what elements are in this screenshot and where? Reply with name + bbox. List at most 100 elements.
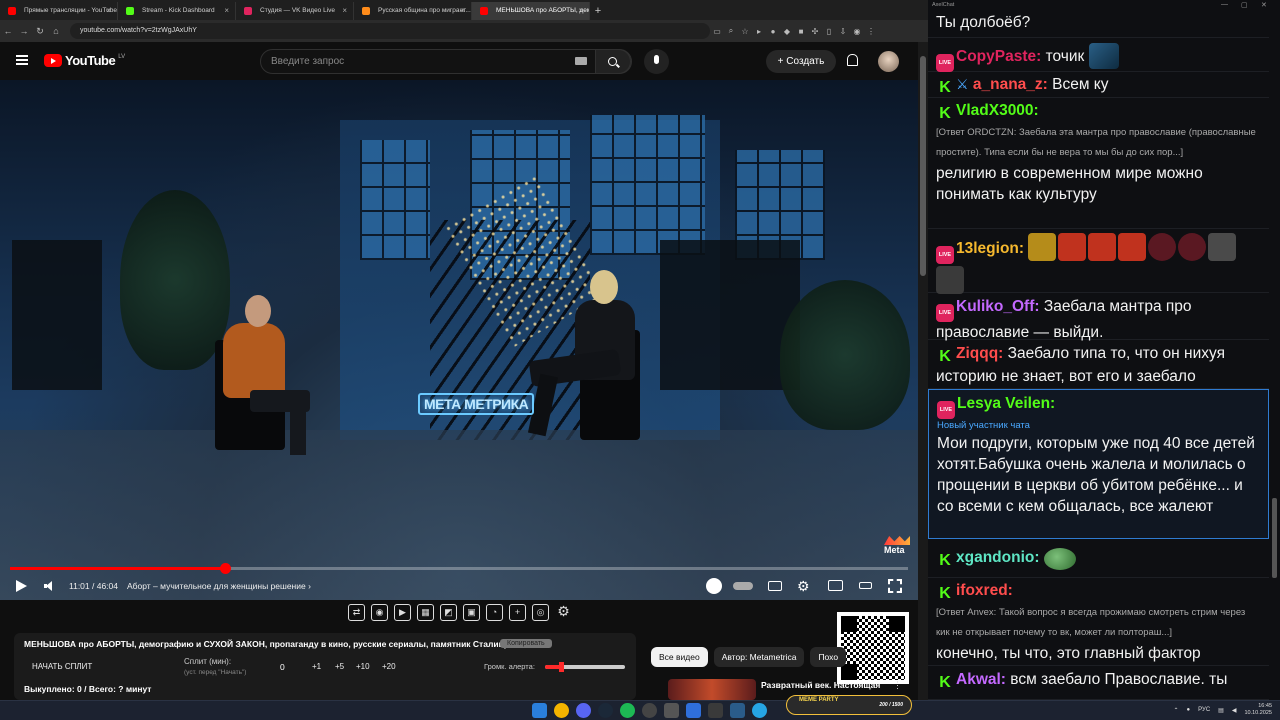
tab-close-icon[interactable]: ×: [224, 2, 229, 20]
split-plus-20-button[interactable]: +20: [382, 662, 396, 671]
chat-nick[interactable]: CopyPaste:: [956, 48, 1041, 65]
close-icon[interactable]: ✕: [1261, 1, 1267, 9]
speed-icon[interactable]: ◔: [486, 604, 503, 621]
browser-tab[interactable]: Студия — VK Видео Live ×: [236, 2, 354, 20]
page-scrollbar[interactable]: [918, 42, 928, 700]
tray-arrow-icon[interactable]: ⌃: [1174, 707, 1179, 714]
autoplay-toggle[interactable]: [733, 582, 753, 590]
windows-start-icon[interactable]: [532, 703, 547, 718]
profile-icon[interactable]: ◉: [850, 27, 864, 36]
chat-nick[interactable]: Kuliko_Off:: [956, 298, 1040, 315]
chat-nick[interactable]: xgandonio:: [956, 549, 1040, 566]
speaker-icon[interactable]: ◀: [1232, 707, 1237, 714]
steam-icon[interactable]: [598, 703, 613, 718]
menu-icon[interactable]: ⋮: [864, 27, 878, 36]
progress-bar[interactable]: [10, 563, 908, 574]
puzzle-icon[interactable]: ✣: [808, 27, 822, 36]
clock[interactable]: 16:45 10.10.2025: [1244, 703, 1272, 717]
chip-author[interactable]: Автор: Metametrica: [713, 647, 805, 667]
tab-close-icon[interactable]: ×: [342, 2, 347, 20]
tray-app-icon[interactable]: ●: [1187, 707, 1191, 713]
app-icon[interactable]: [730, 703, 745, 718]
extension-icon[interactable]: ◆: [780, 27, 794, 36]
minimize-icon[interactable]: —: [1221, 1, 1228, 8]
extension-icon[interactable]: ■: [794, 27, 808, 36]
more-options-icon[interactable]: ⋮: [893, 680, 902, 691]
notifications-bell-icon[interactable]: [847, 54, 858, 66]
chat-nick[interactable]: VladX3000:: [956, 102, 1039, 119]
cast-icon[interactable]: ▭: [710, 27, 724, 36]
app-icon[interactable]: [664, 703, 679, 718]
recommendation-thumbnail[interactable]: [668, 679, 756, 700]
alert-volume-slider[interactable]: [545, 662, 625, 672]
language-indicator[interactable]: РУС: [1198, 707, 1210, 713]
browser-tab[interactable]: Русская община про мигрант... ×: [354, 2, 472, 20]
chat-scrollbar-thumb[interactable]: [1272, 498, 1277, 578]
premium-shield-icon[interactable]: [706, 578, 722, 594]
chat-nick[interactable]: Ziqqq:: [956, 345, 1003, 362]
browser-tab[interactable]: Прямые трансляции - YouTube ×: [0, 2, 118, 20]
film-icon[interactable]: ▦: [417, 604, 434, 621]
browser-tab[interactable]: Stream - Kick Dashboard ×: [118, 2, 236, 20]
split-plus-1-button[interactable]: +1: [312, 662, 321, 671]
add-playlist-icon[interactable]: +: [509, 604, 526, 621]
back-icon[interactable]: ←: [0, 26, 16, 36]
player-icon[interactable]: ▶: [394, 604, 411, 621]
reload-icon[interactable]: ↻: [32, 26, 48, 37]
network-icon[interactable]: ▤: [1218, 707, 1224, 714]
sidebar-icon[interactable]: ▯: [822, 27, 836, 36]
split-plus-10-button[interactable]: +10: [356, 662, 370, 671]
start-split-button[interactable]: НАЧАТЬ СПЛИТ: [32, 662, 92, 671]
screenshot-icon[interactable]: ◎: [532, 604, 549, 621]
keyboard-icon[interactable]: [575, 57, 587, 65]
chat-nick[interactable]: Akwal:: [956, 671, 1006, 688]
zoom-icon[interactable]: ⌕: [724, 26, 738, 36]
tab-close-icon[interactable]: ×: [460, 2, 465, 20]
app-icon[interactable]: [686, 703, 701, 718]
avatar[interactable]: [878, 51, 899, 72]
chapter-title[interactable]: Аборт – мучительное для женщины решение …: [127, 572, 311, 600]
tab-close-icon[interactable]: ×: [106, 2, 111, 20]
download-icon[interactable]: ⇩: [836, 27, 850, 36]
video-player[interactable]: МЕТА МЕТРИКА Meta 11:01 / 46:04 Аборт – …: [0, 80, 918, 600]
new-tab-button[interactable]: +: [590, 2, 606, 20]
recommendation-title[interactable]: Развратный век. Настоящая: [761, 680, 880, 690]
chat-nick[interactable]: ifoxred:: [956, 582, 1013, 599]
gear-icon[interactable]: ⚙: [555, 604, 572, 621]
fullscreen-icon[interactable]: [888, 579, 902, 593]
spotify-icon[interactable]: [620, 703, 635, 718]
split-plus-5-button[interactable]: +5: [335, 662, 344, 671]
chrome-icon[interactable]: [554, 703, 569, 718]
youtube-logo[interactable]: YouTube LV: [44, 53, 125, 68]
home-icon[interactable]: ⌂: [48, 26, 64, 36]
subtitles-icon[interactable]: [768, 581, 782, 591]
chip-related[interactable]: Похо: [810, 647, 847, 667]
chat-scrollbar[interactable]: [1269, 12, 1280, 700]
browser-tab[interactable]: МЕНЬШОВА про АБОРТЫ, дем... ×: [472, 2, 590, 20]
copy-button[interactable]: Копировать: [500, 639, 552, 648]
extension-icon[interactable]: ●: [766, 27, 780, 36]
settings-gear-icon[interactable]: ⚙: [797, 578, 813, 594]
loop-icon[interactable]: ⇄: [348, 604, 365, 621]
voice-search-icon[interactable]: [644, 49, 669, 74]
search-box[interactable]: Введите запрос: [260, 49, 632, 74]
url-field[interactable]: youtube.com/watch?v=2tzWgJAxUhY: [70, 23, 710, 39]
theater-mode-icon[interactable]: [859, 582, 872, 589]
chat-nick[interactable]: a_nana_z:: [973, 76, 1048, 93]
miniplayer-icon[interactable]: [828, 580, 843, 591]
maximize-icon[interactable]: ▢: [1241, 1, 1248, 9]
discord-icon[interactable]: [576, 703, 591, 718]
volume-icon[interactable]: [44, 581, 54, 591]
chat-nick[interactable]: 13legion:: [956, 240, 1024, 257]
forward-icon[interactable]: →: [16, 26, 32, 36]
chat-nick[interactable]: Lesya Veilen:: [957, 395, 1055, 412]
scrollbar-thumb[interactable]: [920, 56, 926, 276]
bookmark-star-icon[interactable]: ☆: [738, 27, 752, 36]
hamburger-menu-icon[interactable]: [16, 55, 28, 65]
extension-icon[interactable]: ▸: [752, 27, 766, 36]
search-button[interactable]: [595, 49, 631, 74]
app-icon[interactable]: [708, 703, 723, 718]
tab-close-icon[interactable]: ×: [578, 2, 583, 20]
create-button[interactable]: + Создать: [766, 50, 836, 73]
audio-icon[interactable]: ◉: [371, 604, 388, 621]
